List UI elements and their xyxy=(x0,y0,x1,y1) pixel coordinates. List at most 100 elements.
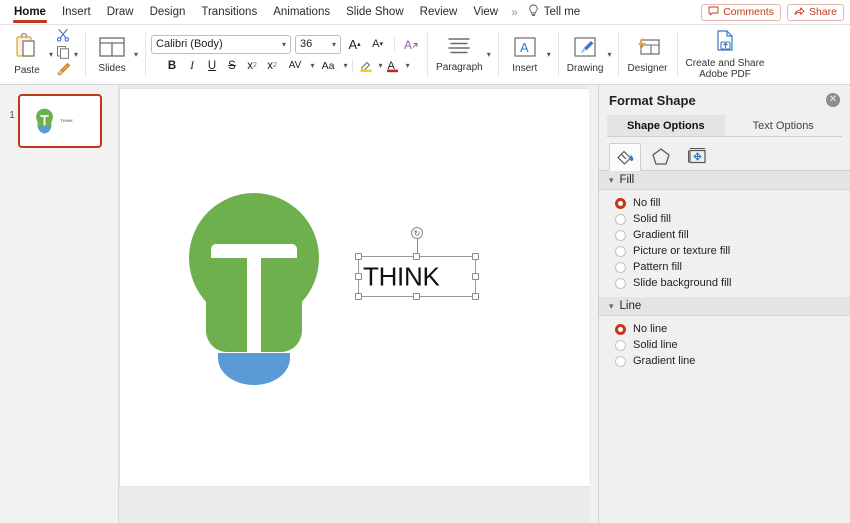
change-case-chevron-down-icon[interactable]: ▾ xyxy=(344,61,348,70)
drawing-button[interactable]: Drawing xyxy=(565,36,606,74)
menu-tab-review[interactable]: Review xyxy=(412,0,466,25)
resize-handle-w[interactable] xyxy=(355,272,362,280)
radio-solid-fill[interactable]: Solid fill xyxy=(599,211,850,227)
radio-solid-line-indicator xyxy=(615,339,626,351)
text-box-think[interactable]: THINK ↻ xyxy=(355,227,479,300)
font-name-combobox[interactable]: Calibri (Body) ▾ xyxy=(151,34,292,54)
tell-me-button[interactable]: Tell me xyxy=(522,4,586,20)
menu-overflow-icon[interactable]: » xyxy=(506,5,522,19)
radio-gradient-fill[interactable]: Gradient fill xyxy=(599,227,850,243)
designer-label: Designer xyxy=(627,62,668,74)
resize-handle-n[interactable] xyxy=(413,253,420,260)
slide-surface[interactable]: THINK ↻ xyxy=(119,88,598,487)
resize-handle-ne[interactable] xyxy=(472,253,479,260)
paragraph-chevron-down-icon[interactable]: ▾ xyxy=(487,50,491,59)
ribbon-group-slides: Slides ▾ xyxy=(85,25,145,84)
section-header-fill[interactable]: ▾ Fill xyxy=(599,171,850,190)
lightbulb-graphic[interactable] xyxy=(188,190,320,385)
underline-button[interactable]: U xyxy=(203,57,222,75)
canvas-vertical-scrollbar[interactable] xyxy=(589,85,598,523)
radio-gradient-fill-label: Gradient fill xyxy=(633,229,689,241)
adobe-pdf-label-line2: Adobe PDF xyxy=(699,69,751,80)
size-layout-icon[interactable] xyxy=(681,142,713,170)
change-case-label: Aa xyxy=(321,59,335,72)
menu-tab-transitions[interactable]: Transitions xyxy=(193,0,265,25)
strikethrough-button[interactable]: S xyxy=(223,57,242,75)
radio-no-fill[interactable]: No fill xyxy=(599,195,850,211)
menu-tab-animations[interactable]: Animations xyxy=(265,0,338,25)
tab-shape-options[interactable]: Shape Options xyxy=(607,115,725,137)
resize-handle-sw[interactable] xyxy=(355,293,362,300)
resize-handle-e[interactable] xyxy=(472,272,479,280)
menu-tab-draw[interactable]: Draw xyxy=(99,0,142,25)
radio-pattern-fill[interactable]: Pattern fill xyxy=(599,259,850,275)
designer-button[interactable]: Designer xyxy=(625,36,669,74)
resize-handle-s[interactable] xyxy=(413,293,420,300)
character-spacing-label: AV xyxy=(288,60,302,71)
format-painter-button[interactable] xyxy=(56,62,71,80)
radio-gradient-fill-indicator xyxy=(615,229,626,241)
text-box-content[interactable]: THINK xyxy=(363,261,440,292)
copy-button[interactable]: ▾ xyxy=(56,46,78,63)
radio-slide-background-fill[interactable]: Slide background fill xyxy=(599,275,850,291)
font-size-chevron-down-icon[interactable]: ▾ xyxy=(332,40,336,49)
cut-button[interactable] xyxy=(56,28,70,46)
character-spacing-button[interactable]: AV xyxy=(283,57,308,75)
section-header-line[interactable]: ▾ Line xyxy=(599,297,850,316)
paragraph-button[interactable]: Paragraph xyxy=(434,36,485,73)
paste-button[interactable]: Paste xyxy=(7,32,47,76)
create-share-adobe-pdf-button[interactable]: Create and Share Adobe PDF xyxy=(684,29,767,80)
italic-button[interactable]: I xyxy=(183,57,202,75)
slide-thumbnail-1[interactable]: THINK xyxy=(18,94,102,148)
menu-tab-view[interactable]: View xyxy=(465,0,506,25)
subscript-button[interactable]: x2 xyxy=(263,57,282,75)
close-icon[interactable]: ✕ xyxy=(826,93,840,107)
clear-formatting-button[interactable]: A xyxy=(402,35,421,53)
character-spacing-chevron-down-icon[interactable]: ▾ xyxy=(311,61,315,70)
paragraph-label: Paragraph xyxy=(436,62,483,73)
tab-text-options-label: Text Options xyxy=(752,119,814,132)
shrink-font-button[interactable]: A ▾ xyxy=(368,35,387,53)
bold-button[interactable]: B xyxy=(163,57,182,75)
radio-no-line[interactable]: No line xyxy=(599,321,850,337)
fill-bucket-icon[interactable] xyxy=(609,143,641,171)
font-row-top: Calibri (Body) ▾ 36 ▾ A ▴ A ▾ A xyxy=(151,34,421,54)
thumbnail-row: 1 THINK xyxy=(0,85,118,148)
font-color-button[interactable]: A xyxy=(384,57,403,75)
superscript-button[interactable]: x2 xyxy=(243,57,262,75)
slides-chevron-down-icon[interactable]: ▾ xyxy=(134,50,138,59)
change-case-button[interactable]: Aa xyxy=(316,57,341,75)
grow-font-button[interactable]: A ▴ xyxy=(345,35,364,53)
copy-chevron-down-icon[interactable]: ▾ xyxy=(74,50,78,59)
share-button[interactable]: Share xyxy=(786,3,844,21)
resize-handle-se[interactable] xyxy=(472,293,479,300)
insert-text-box-button[interactable]: A Insert xyxy=(505,36,545,74)
menu-tab-insert-label: Insert xyxy=(61,6,91,18)
slides-button[interactable]: Slides xyxy=(92,36,132,74)
font-name-chevron-down-icon[interactable]: ▾ xyxy=(282,40,286,49)
bold-label: B xyxy=(167,59,177,72)
format-shape-pane: Format Shape ✕ Shape Options Text Option… xyxy=(598,85,850,523)
radio-pattern-fill-indicator xyxy=(615,261,626,273)
slide-thumbnail-panel: 1 THINK xyxy=(0,85,119,523)
comments-button[interactable]: Comments xyxy=(701,3,781,21)
menu-tab-design[interactable]: Design xyxy=(142,0,194,25)
tab-text-options[interactable]: Text Options xyxy=(724,115,842,137)
text-highlight-button[interactable] xyxy=(357,57,376,75)
radio-solid-line[interactable]: Solid line xyxy=(599,337,850,353)
menu-tab-slide-show[interactable]: Slide Show xyxy=(338,0,412,25)
resize-handle-nw[interactable] xyxy=(355,253,362,260)
menu-tab-insert[interactable]: Insert xyxy=(54,0,99,25)
fill-options-group: No fill Solid fill Gradient fill Picture… xyxy=(599,190,850,297)
pentagon-effects-icon[interactable] xyxy=(645,142,677,170)
rotate-icon[interactable]: ↻ xyxy=(411,227,423,239)
font-color-chevron-down-icon[interactable]: ▾ xyxy=(406,61,410,70)
insert-chevron-down-icon[interactable]: ▾ xyxy=(547,50,551,59)
menu-tab-home[interactable]: Home xyxy=(6,0,54,25)
radio-picture-or-texture-fill[interactable]: Picture or texture fill xyxy=(599,243,850,259)
radio-no-fill-label: No fill xyxy=(633,197,661,209)
radio-gradient-line[interactable]: Gradient line xyxy=(599,353,850,369)
text-highlight-chevron-down-icon[interactable]: ▾ xyxy=(379,61,383,70)
drawing-chevron-down-icon[interactable]: ▾ xyxy=(607,50,611,59)
font-size-combobox[interactable]: 36 ▾ xyxy=(295,34,342,54)
